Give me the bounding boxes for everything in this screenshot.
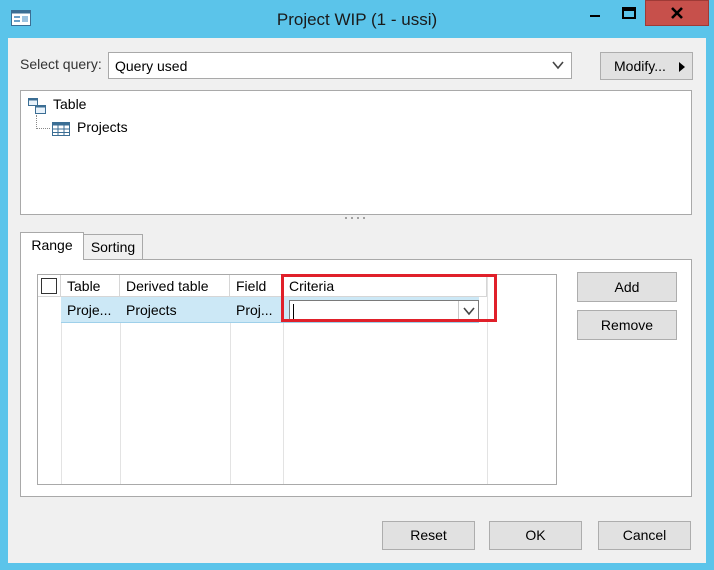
query-tree[interactable]: Table Projects: [20, 90, 692, 215]
cancel-button[interactable]: Cancel: [598, 521, 691, 550]
modify-button-label: Modify...: [614, 58, 666, 74]
column-header-table[interactable]: Table: [61, 275, 120, 297]
splitter-grip[interactable]: [344, 216, 366, 220]
minimize-icon: [590, 15, 600, 17]
query-dropdown-value: Query used: [115, 58, 188, 74]
cell-table[interactable]: Proje...: [61, 297, 120, 323]
select-query-label: Select query:: [20, 56, 102, 72]
dialog-window: Project WIP (1 - ussi) Select query: Que…: [0, 0, 714, 570]
modify-button[interactable]: Modify...: [600, 52, 693, 80]
reset-button[interactable]: Reset: [382, 521, 475, 550]
maximize-icon: [621, 7, 636, 19]
tree-connector: [36, 128, 50, 129]
range-tab-panel: Table Derived table Field Criteria Proje…: [20, 259, 692, 497]
column-header-derived-table[interactable]: Derived table: [120, 275, 230, 297]
title-bar[interactable]: Project WIP (1 - ussi): [0, 0, 714, 38]
tree-node-projects[interactable]: Projects: [77, 119, 128, 135]
tab-sorting[interactable]: Sorting: [84, 234, 143, 259]
chevron-down-icon: [552, 61, 564, 70]
select-all-header: [38, 275, 61, 297]
close-button[interactable]: [645, 0, 709, 26]
grid-table-icon: [52, 122, 70, 136]
close-icon: [671, 7, 683, 19]
tree-connector: [36, 115, 37, 129]
table-hierarchy-icon: [28, 98, 46, 114]
tree-node-table[interactable]: Table: [53, 96, 86, 112]
highlight-box: [281, 274, 497, 322]
tab-range[interactable]: Range: [20, 232, 84, 260]
dialog-content: Select query: Query used Modify... Table: [8, 38, 706, 563]
ok-button[interactable]: OK: [489, 521, 582, 550]
query-dropdown[interactable]: Query used: [108, 52, 572, 79]
select-all-checkbox[interactable]: [41, 278, 57, 294]
triangle-right-icon: [679, 62, 685, 72]
minimize-button[interactable]: [578, 0, 612, 26]
maximize-button[interactable]: [612, 0, 645, 26]
remove-button[interactable]: Remove: [577, 310, 677, 340]
add-button[interactable]: Add: [577, 272, 677, 302]
cell-field[interactable]: Proj...: [230, 297, 283, 323]
column-header-field[interactable]: Field: [230, 275, 283, 297]
cell-derived-table[interactable]: Projects: [120, 297, 230, 323]
